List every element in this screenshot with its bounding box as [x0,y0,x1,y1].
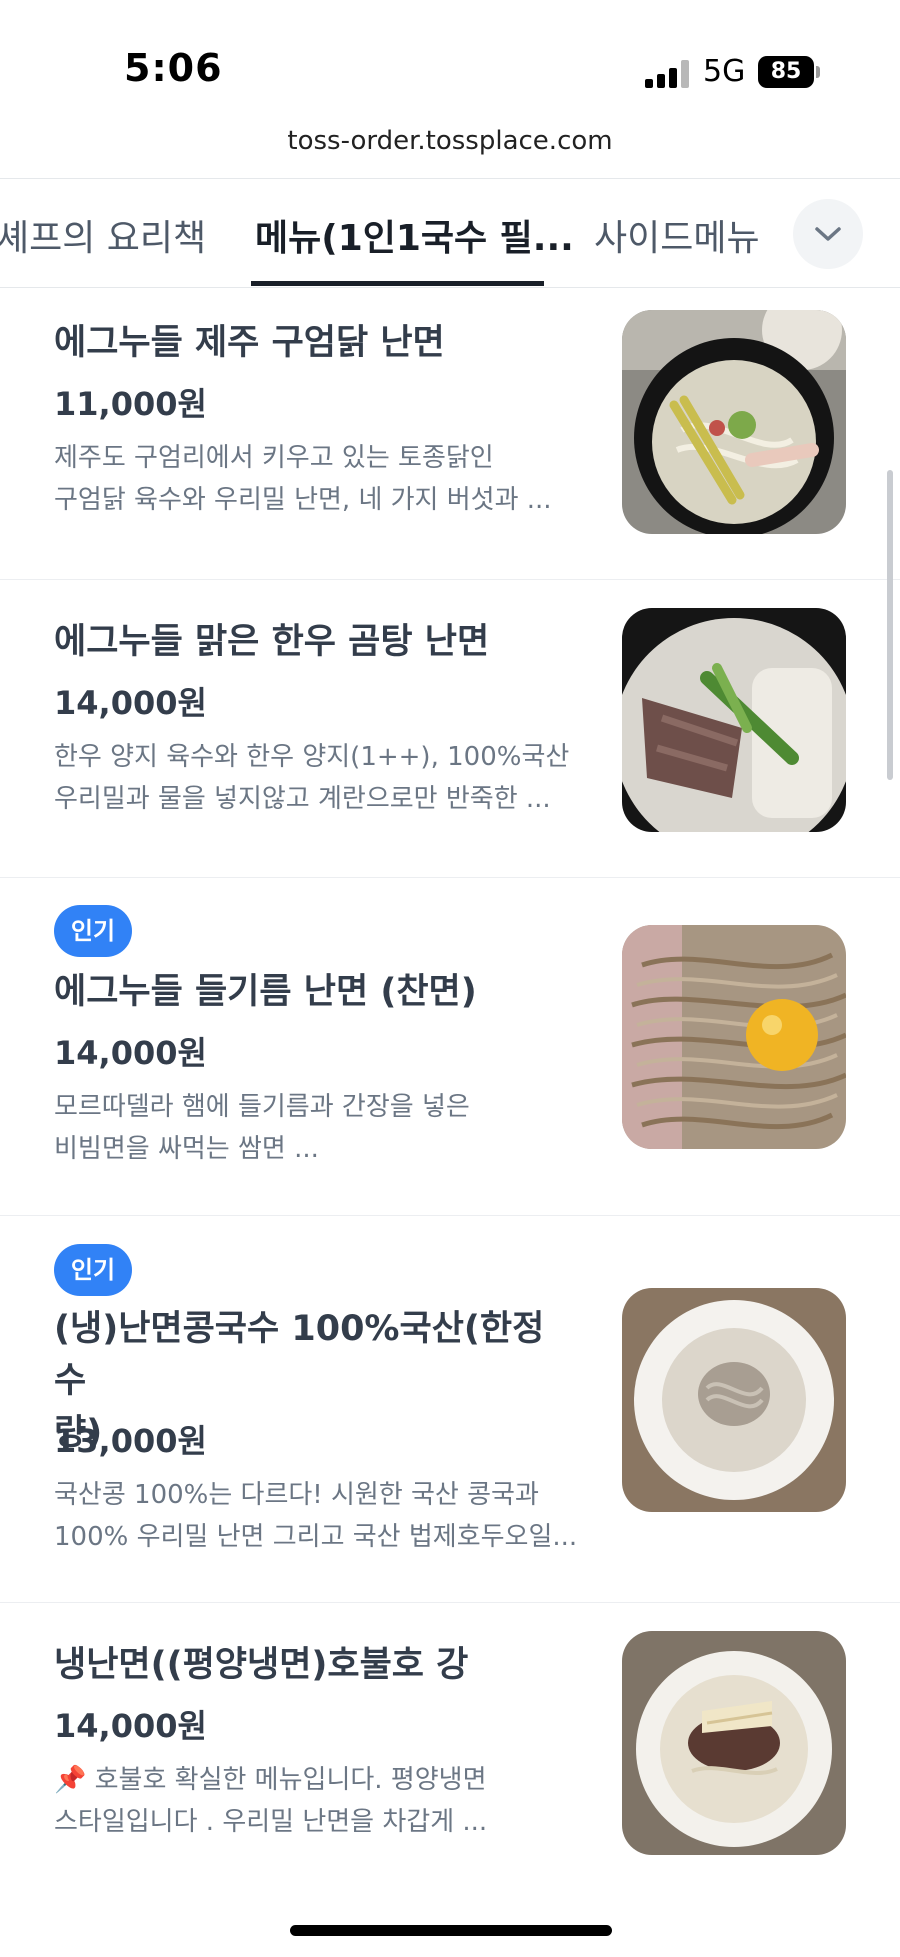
menu-item-image[interactable] [622,1288,846,1512]
status-bar: 5:06 5G 85 [0,0,900,120]
menu-item-price: 14,000원 [54,1034,207,1072]
popular-badge: 인기 [54,1244,132,1296]
menu-item[interactable]: 인기 에그누들 들기름 난면 (찬면) 14,000원 모르따델라 햄에 들기름… [0,878,900,1216]
menu-item-name: 에그누들 들기름 난면 (찬면) [54,972,477,1012]
menu-item[interactable]: 인기 (냉)난면콩국수 100%국산(한정수 량) 13,000원 국산콩 10… [0,1216,900,1603]
menu-item-description: 모르따델라 햄에 들기름과 간장을 넣은 비빔면을 싸먹는 쌈면 ... [54,1092,470,1164]
menu-item-price: 11,000원 [54,385,207,423]
menu-item-description: 📌 호불호 확실한 메뉴입니다. 평양냉면 스타일입니다 . 우리밀 난면을 차… [54,1765,488,1837]
menu-item-price: 14,000원 [54,1707,207,1745]
menu-item-image[interactable] [622,925,846,1149]
tab-chef-cookbook[interactable]: 셰프의 요리책 [0,209,206,261]
chevron-down-icon [815,227,841,241]
tab-menu[interactable]: 메뉴(1인1국수 필... [255,209,574,261]
menu-item-image[interactable] [622,608,846,832]
menu-item-image[interactable] [622,1631,846,1855]
signal-icon [645,60,693,88]
tab-side-menu[interactable]: 사이드메뉴 [594,209,760,261]
menu-item-price: 14,000원 [54,684,207,722]
menu-item-description: 국산콩 100%는 다르다! 시원한 국산 콩국과 100% 우리밀 난면 그리… [54,1480,578,1552]
battery-icon: 85 [758,56,814,88]
battery-cap [816,66,820,78]
menu-item-description: 제주도 구엄리에서 키우고 있는 토종닭인 구엄닭 육수와 우리밀 난면, 네 … [54,443,552,515]
scrollbar[interactable] [887,470,893,780]
network-type: 5G [703,54,746,89]
active-tab-indicator [251,281,544,286]
menu-item[interactable]: 냉난면((평양냉면)호불호 강 14,000원 📌 호불호 확실한 메뉴입니다.… [0,1603,900,1919]
browser-url[interactable]: toss-order.tossplace.com [0,126,900,156]
menu-item-image[interactable] [622,310,846,534]
menu-item[interactable]: 에그누들 맑은 한우 곰탕 난면 14,000원 한우 양지 육수와 한우 양지… [0,580,900,878]
menu-item-name: 냉난면((평양냉면)호불호 강 [54,1645,469,1685]
category-tab-bar: 셰프의 요리책 메뉴(1인1국수 필... 사이드메뉴 [0,178,900,288]
status-time: 5:06 [124,46,223,90]
menu-item-name: 에그누들 제주 구엄닭 난면 [54,323,445,363]
tab-more-button[interactable] [793,199,863,269]
menu-item-description: 한우 양지 육수와 한우 양지(1++), 100%국산 우리밀과 물을 넣지않… [54,742,570,814]
home-indicator[interactable] [290,1925,612,1936]
menu-item-name: 에그누들 맑은 한우 곰탕 난면 [54,622,490,662]
menu-item-price: 13,000원 [54,1422,207,1460]
popular-badge: 인기 [54,905,132,957]
menu-item[interactable]: 에그누들 제주 구엄닭 난면 11,000원 제주도 구엄리에서 키우고 있는 … [0,287,900,580]
